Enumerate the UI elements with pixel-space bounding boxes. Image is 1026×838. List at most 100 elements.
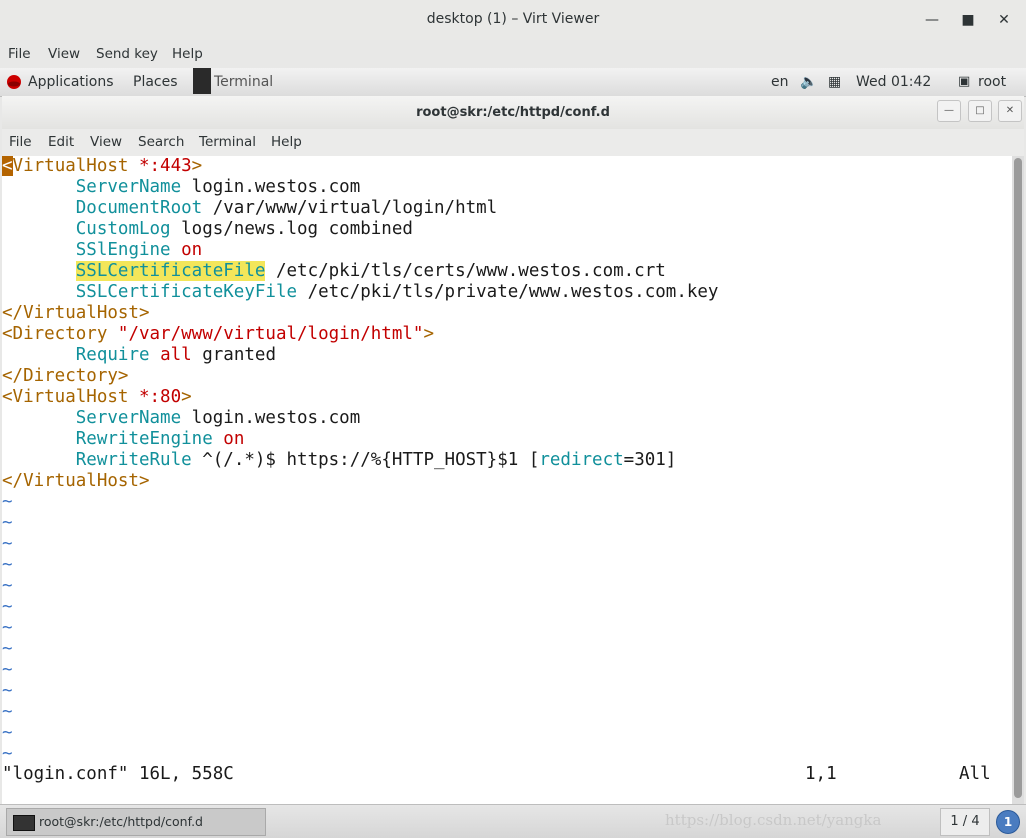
user-icon[interactable]: ▣ [958,74,970,89]
minimize-icon[interactable]: — [922,10,942,30]
vim-line: DocumentRoot /var/www/virtual/login/html [2,198,718,219]
empty-line-marker: ~ [2,555,13,575]
clock[interactable]: Wed 01:42 [856,74,931,90]
code-token: redirect [539,450,624,470]
vim-line: ~ [2,492,718,513]
code-token: *:443 [138,156,192,176]
code-token: > [423,324,434,344]
code-token: SSLCertificateFile [75,261,266,281]
empty-line-marker: ~ [2,660,13,680]
places-menu[interactable]: Places [133,74,178,90]
viewer-title: desktop (1) – Virt Viewer [426,11,600,27]
empty-line-marker: ~ [2,576,13,596]
code-token: DocumentRoot [75,198,203,218]
code-token: VirtualHost [12,156,139,176]
vim-line: ~ [2,597,718,618]
code-token: /etc/pki/tls/certs/www.westos.com.crt [265,261,666,281]
code-token: SSlEngine [75,240,171,260]
code-token: CustomLog [75,219,171,239]
vim-line: </VirtualHost> [2,471,718,492]
terminal-task-icon[interactable] [193,68,211,94]
code-token: </VirtualHost> [2,471,150,491]
network-icon[interactable]: ▦ [828,74,841,90]
applications-menu[interactable]: Applications [28,74,114,90]
viewer-menu-help[interactable]: Help [172,46,203,62]
vim-buffer[interactable]: <VirtualHost *:443> ServerName login.wes… [2,156,718,765]
code-token: SSLCertificateKeyFile [75,282,298,302]
code-token: > [191,156,203,176]
code-token: "/var/www/virtual/login/html" [117,324,424,344]
empty-line-marker: ~ [2,681,13,701]
volume-icon[interactable]: 🔈 [800,74,817,90]
workspace-switcher[interactable]: 1 / 4 [940,808,990,836]
vim-line: ~ [2,702,718,723]
vim-line: ~ [2,660,718,681]
terminal-menu-view[interactable]: View [90,134,122,150]
viewer-menu-send-key[interactable]: Send key [96,46,158,62]
language-indicator[interactable]: en [771,74,789,90]
vim-line: </VirtualHost> [2,303,718,324]
terminal-menu-file[interactable]: File [9,134,32,150]
vim-line: ~ [2,618,718,639]
code-token: > [181,387,192,407]
vim-line: RewriteRule ^(/.*)$ https://%{HTTP_HOST}… [2,450,718,471]
terminal-task-label[interactable]: Terminal [214,74,273,90]
viewer-menu-view[interactable]: View [48,46,80,62]
terminal-minimize-icon[interactable]: — [937,100,961,122]
notification-badge[interactable]: 1 [996,810,1020,834]
code-token: granted [191,345,276,365]
vim-line: SSLCertificateFile /etc/pki/tls/certs/ww… [2,261,718,282]
terminal-maximize-icon[interactable]: □ [968,100,992,122]
vim-line: SSlEngine on [2,240,718,261]
close-icon[interactable]: ✕ [994,10,1014,30]
watermark: https://blog.csdn.net/yangka [665,811,882,829]
vim-line: RewriteEngine on [2,429,718,450]
terminal-menu-edit[interactable]: Edit [48,134,74,150]
maximize-icon[interactable]: ■ [958,10,978,30]
vim-line: ~ [2,681,718,702]
user-menu[interactable]: root [978,74,1006,90]
vim-line: ~ [2,744,718,765]
code-token: Require [75,345,150,365]
vim-line: ~ [2,534,718,555]
vim-line: ServerName login.westos.com [2,408,718,429]
vim-line: <VirtualHost *:80> [2,387,718,408]
status-scroll-position: All [959,764,991,784]
terminal-close-icon[interactable]: ✕ [998,100,1022,122]
code-token: /etc/pki/tls/private/www.westos.com.key [297,282,719,302]
code-token: all [160,345,192,365]
terminal-menu-terminal[interactable]: Terminal [199,134,256,150]
vim-line: Require all granted [2,345,718,366]
empty-line-marker: ~ [2,513,13,533]
code-token: ServerName [75,177,182,197]
scrollbar-thumb[interactable] [1014,158,1022,798]
vim-line: <Directory "/var/www/virtual/login/html"… [2,324,718,345]
terminal-menu-search[interactable]: Search [138,134,184,150]
vim-line: ~ [2,555,718,576]
code-token: *:80 [138,387,182,407]
vim-line: ~ [2,576,718,597]
empty-line-marker: ~ [2,492,13,512]
viewer-menu-file[interactable]: File [8,46,31,62]
bottom-taskbar: root@skr:/etc/httpd/conf.d https://blog.… [0,804,1026,838]
empty-line-marker: ~ [2,597,13,617]
code-token: RewriteEngine [75,429,213,449]
vim-statusline: "login.conf" 16L, 558C 1,1 All [2,764,1012,785]
code-token: RewriteRule [75,450,192,470]
terminal-menu-help[interactable]: Help [271,134,302,150]
vim-line: ~ [2,723,718,744]
terminal-title: root@skr:/etc/httpd/conf.d [416,105,610,120]
terminal-scrollbar[interactable] [1012,156,1024,804]
code-token: <VirtualHost [2,387,139,407]
taskbar-window-item[interactable]: root@skr:/etc/httpd/conf.d [6,808,266,836]
status-file-info: "login.conf" 16L, 558C [2,764,234,784]
terminal-body[interactable]: <VirtualHost *:443> ServerName login.wes… [2,156,1012,804]
